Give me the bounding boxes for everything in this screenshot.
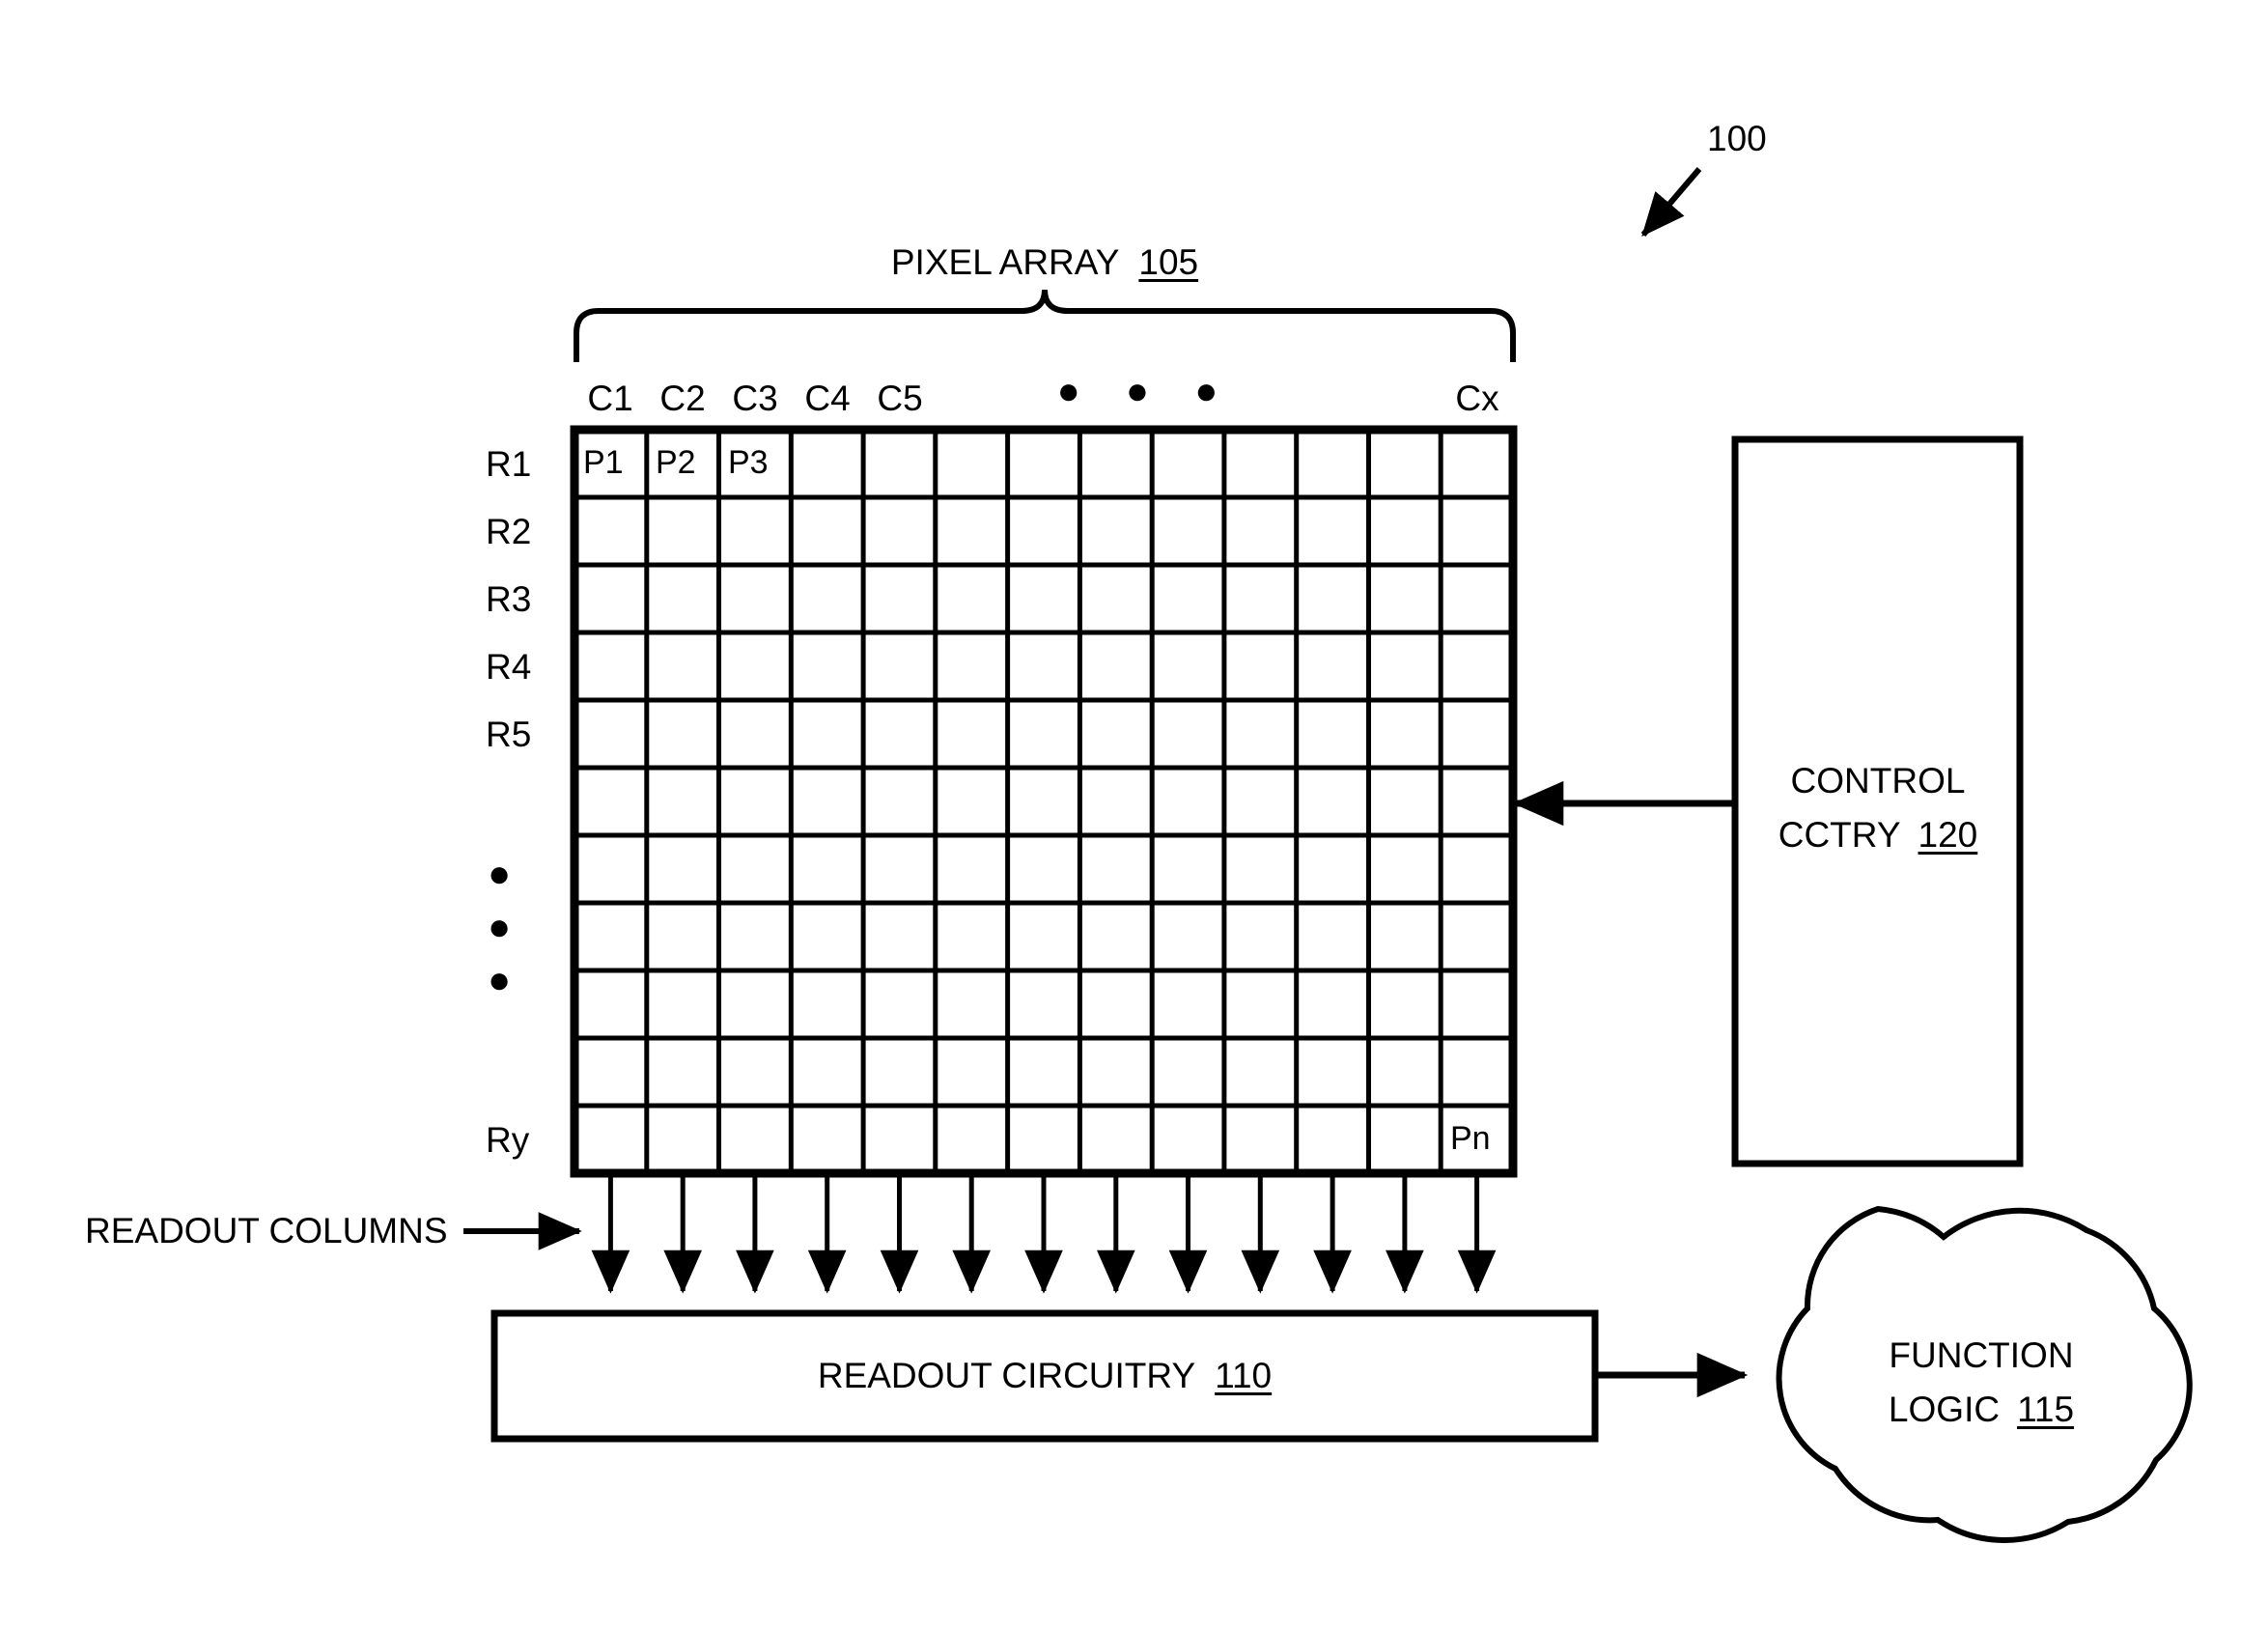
readout-column-arrows xyxy=(591,1177,1497,1294)
function-logic-line2: LOGIC xyxy=(1888,1390,2001,1429)
pixel-array-brace xyxy=(574,289,1516,362)
pixel-cell-p3[interactable]: P3 xyxy=(728,446,769,479)
control-circuitry-ref: 120 xyxy=(1918,815,1978,855)
column-label-c5: C5 xyxy=(877,379,923,418)
readout-circuitry-title: READOUT CIRCUITRY xyxy=(817,1356,1196,1395)
pixel-array-title-text: PIXEL ARRAY xyxy=(890,242,1120,282)
column-label-c4: C4 xyxy=(804,379,851,418)
figure-reference-numeral: 100 xyxy=(1707,119,1767,158)
row-label-ry: Ry xyxy=(486,1120,530,1160)
column-label-c3: C3 xyxy=(732,379,778,418)
row-label-r2: R2 xyxy=(486,512,532,551)
pixel-cell-p1[interactable]: P1 xyxy=(583,446,624,479)
control-circuitry-line2-row: CCTRY 120 xyxy=(1778,817,1978,853)
readout-circuitry-ref: 110 xyxy=(1215,1356,1273,1395)
readout-columns-label: READOUT COLUMNS xyxy=(85,1211,448,1250)
row-label-r3: R3 xyxy=(486,579,532,619)
column-label-c2: C2 xyxy=(659,379,706,418)
pixel-cell-pn[interactable]: Pn xyxy=(1450,1122,1491,1155)
row-label-r4: R4 xyxy=(486,647,532,687)
row-label-r1: R1 xyxy=(486,444,532,484)
function-logic-line1: FUNCTION xyxy=(1889,1335,2074,1375)
pixel-cell-p2[interactable]: P2 xyxy=(656,446,696,479)
ref-100-leader-arrow xyxy=(1640,167,1702,238)
patent-figure-canvas: 100 PIXEL ARRAY 105 C1 C2 C3 C4 C5 ● ● ● … xyxy=(0,0,2268,1629)
control-circuitry-line1: CONTROL xyxy=(1790,761,1966,800)
column-label-cx: Cx xyxy=(1455,379,1499,418)
row-ellipsis-dot-2: ● xyxy=(488,906,512,948)
pixel-array-ref: 105 xyxy=(1138,242,1199,282)
function-logic-label: FUNCTION LOGIC 115 xyxy=(1889,1337,2074,1427)
control-circuitry-label: CONTROL CCTRY 120 xyxy=(1778,763,1978,853)
pixel-array-grid[interactable] xyxy=(570,425,1518,1178)
row-ellipsis-dot-3: ● xyxy=(488,959,512,1001)
column-label-c1: C1 xyxy=(587,379,633,418)
row-label-r5: R5 xyxy=(486,715,532,754)
function-logic-line2-row: LOGIC 115 xyxy=(1889,1391,2074,1427)
function-logic-ref: 115 xyxy=(2017,1390,2075,1429)
column-ellipsis-dots: ● ● ● xyxy=(1056,370,1236,412)
row-ellipsis-dot-1: ● xyxy=(488,853,512,895)
pixel-array-title: PIXEL ARRAY 105 xyxy=(891,244,1198,280)
control-circuitry-line2: CCTRY xyxy=(1778,815,1901,855)
readout-circuitry-label: READOUT CIRCUITRY 110 xyxy=(818,1358,1272,1393)
